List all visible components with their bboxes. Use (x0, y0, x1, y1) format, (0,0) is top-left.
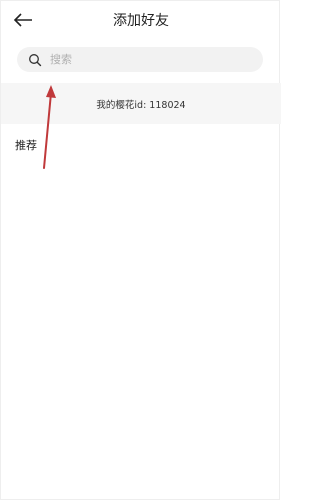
add-friend-screen: 添加好友 我的樱花id: 118024 推荐 (0, 0, 281, 500)
my-id-text: 我的樱花id: 118024 (96, 99, 186, 111)
search-input[interactable] (48, 48, 252, 71)
recommend-section-label: 推荐 (15, 139, 37, 152)
page-title: 添加好友 (113, 13, 169, 29)
search-icon (27, 52, 43, 68)
annotation-arrow (43, 85, 56, 169)
my-id-banner: 我的樱花id: 118024 (1, 83, 281, 124)
search-bar[interactable] (17, 47, 263, 72)
header-bar: 添加好友 (1, 1, 281, 41)
